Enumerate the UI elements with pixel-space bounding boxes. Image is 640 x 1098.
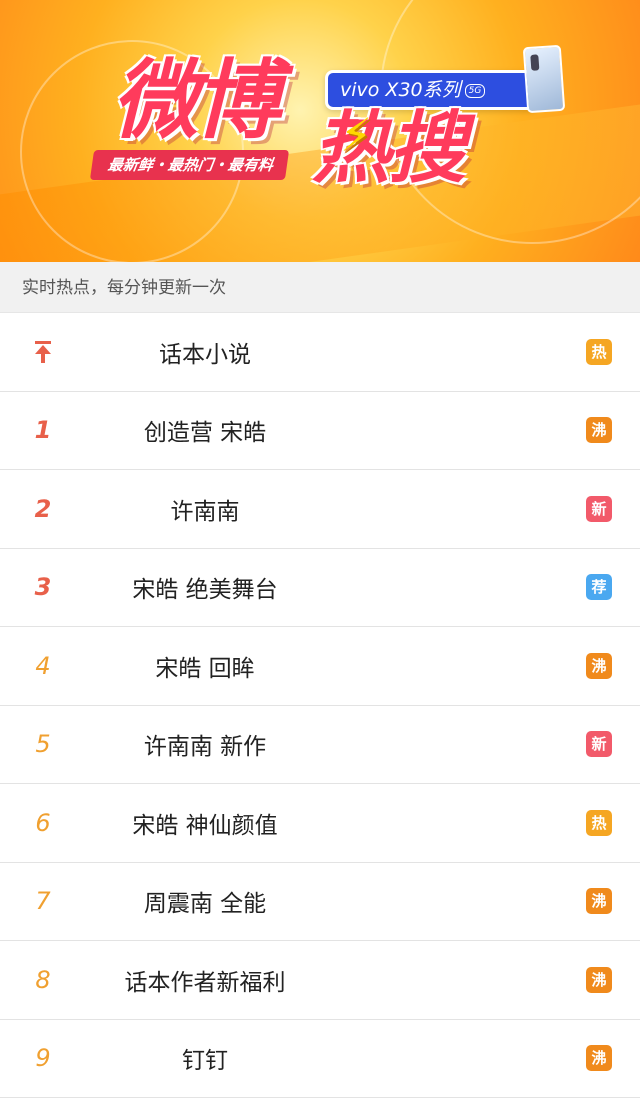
hot-search-title[interactable]: 创造营 宋皓 <box>0 392 410 470</box>
badge-boil-icon: 沸 <box>586 1045 612 1071</box>
hot-search-title[interactable]: 宋皓 绝美舞台 <box>0 549 410 627</box>
hot-search-item[interactable]: 3宋皓 绝美舞台荐 <box>0 549 640 628</box>
hot-search-item[interactable]: 1创造营 宋皓沸 <box>0 392 640 471</box>
realtime-subheader: 实时热点，每分钟更新一次 <box>0 262 640 313</box>
badge-boil-icon: 沸 <box>586 417 612 443</box>
hot-search-item[interactable]: 4宋皓 回眸沸 <box>0 627 640 706</box>
hot-search-item[interactable]: 6宋皓 神仙颜值热 <box>0 784 640 863</box>
hot-search-title[interactable]: 许南南 <box>0 470 410 548</box>
badge-hot-icon: 热 <box>586 339 612 365</box>
badge-boil-icon: 沸 <box>586 653 612 679</box>
badge-hot-icon: 热 <box>586 810 612 836</box>
sponsor-text: vivo X30系列 <box>340 79 461 101</box>
hot-search-title[interactable]: 周震南 全能 <box>0 863 410 941</box>
lightning-icon: ⚡ <box>340 108 372 162</box>
hot-search-item[interactable]: 5许南南 新作新 <box>0 706 640 785</box>
badge-boil-icon: 沸 <box>586 888 612 914</box>
hot-search-item[interactable]: 2许南南新 <box>0 470 640 549</box>
weibo-logo-text: 微博 <box>112 58 276 144</box>
hot-search-title[interactable]: 话本小说 <box>0 313 410 391</box>
hot-search-title[interactable]: 宋皓 回眸 <box>0 627 410 705</box>
hot-search-item[interactable]: 9钉钉沸 <box>0 1020 640 1098</box>
hot-search-title[interactable]: 话本作者新福利 <box>0 941 410 1019</box>
hot-search-list: 话本小说热1创造营 宋皓沸2许南南新3宋皓 绝美舞台荐4宋皓 回眸沸5许南南 新… <box>0 313 640 1098</box>
hot-search-logo-text: 热搜 <box>312 110 464 188</box>
badge-new-icon: 新 <box>586 731 612 757</box>
hot-search-item[interactable]: 7周震南 全能沸 <box>0 863 640 942</box>
hot-search-item[interactable]: 话本小说 热 <box>0 313 640 392</box>
hot-search-title[interactable]: 钉钉 <box>0 1020 410 1098</box>
hot-search-item[interactable]: 8话本作者新福利沸 <box>0 941 640 1020</box>
badge-boil-icon: 沸 <box>586 967 612 993</box>
hot-search-title[interactable]: 许南南 新作 <box>0 706 410 784</box>
5g-badge: 5G <box>465 84 486 98</box>
phone-icon <box>523 45 566 113</box>
hot-search-title[interactable]: 宋皓 神仙颜值 <box>0 784 410 862</box>
badge-recommend-icon: 荐 <box>586 574 612 600</box>
badge-new-icon: 新 <box>586 496 612 522</box>
banner-tagline: 最新鲜・最热门・最有料 <box>90 150 289 180</box>
hot-search-banner: 微博 vivo X30系列 5G 热搜 ⚡ 最新鲜・最热门・最有料 <box>0 0 640 262</box>
